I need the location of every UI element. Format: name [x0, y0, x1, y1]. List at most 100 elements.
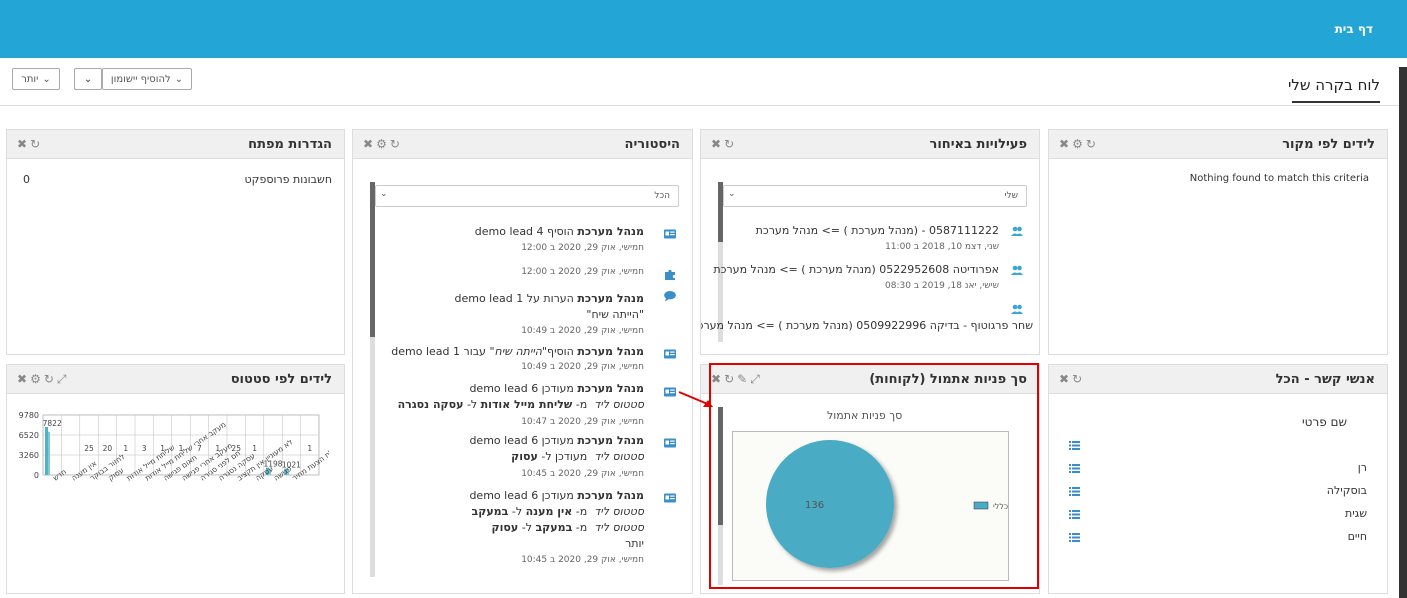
refresh-icon[interactable]: ↻ — [390, 137, 403, 151]
dashlet-history: היסטוריה ✖⚙↻ הכל ⌄ מנהל מערכת הוסיף demo… — [352, 129, 693, 594]
chevron-down-icon: ⌄ — [83, 73, 93, 85]
dashlet-title: לידים לפי מקור — [1282, 137, 1375, 152]
settings-icon[interactable]: ⚙ — [1072, 137, 1086, 151]
dashlet-title: היסטוריה — [624, 137, 680, 152]
dashlet-leads-by-source: לידים לפי מקור ✖⚙↻ Nothing found to matc… — [1048, 129, 1388, 355]
dashlet-header: לידים לפי סטטוס ✖⚙↻⤢ — [7, 365, 344, 394]
more-link[interactable]: יותר — [625, 537, 644, 550]
bar-chart: 9780652032600782225 20 1 3 1 1 7 1 25 11198 10211ח… — [19, 411, 329, 483]
empty-message: Nothing found to match this criteria — [1189, 173, 1369, 184]
status-label: סטטוס ליד — [594, 521, 644, 534]
user-link[interactable]: מנהל מערכת — [577, 489, 644, 502]
refresh-icon[interactable]: ↻ — [44, 372, 57, 386]
close-icon[interactable]: ✖ — [711, 137, 724, 151]
setting-label[interactable]: חשבונות פרוספקט — [245, 173, 332, 186]
list-view-icon[interactable] — [1069, 532, 1080, 542]
lead-card-icon — [664, 387, 676, 397]
chevron-down-icon: ⌄ — [42, 73, 51, 85]
contact-first-name[interactable]: חיים — [1348, 530, 1367, 543]
list-view-icon[interactable] — [1069, 486, 1080, 496]
owner-filter-select[interactable]: שלי ⌄ — [723, 185, 1027, 207]
more-dropdown-button[interactable]: ⌄ יותר — [12, 68, 60, 90]
chevron-down-icon: ⌄ — [174, 73, 184, 85]
puzzle-icon — [665, 269, 675, 280]
close-icon[interactable]: ✖ — [363, 137, 376, 151]
dashlet-header: הגדרות מפתח ✖↻ — [7, 130, 344, 159]
close-icon[interactable]: ✖ — [1059, 137, 1072, 151]
add-dashlet-toggle[interactable]: ⌄ — [74, 68, 102, 90]
annotation-arrow — [678, 391, 713, 407]
list-view-icon[interactable] — [1069, 463, 1080, 473]
activity-date: שני, דצמ 10, 2018 ב 11:00 — [885, 242, 999, 252]
add-dashlet-label: להוסיף יישומון — [110, 73, 171, 85]
y-tick-label: 6520 — [19, 431, 39, 440]
column-header-first-name[interactable]: שם פרטי — [1302, 415, 1347, 429]
entry-date: חמישי, אוק 29, 2020 ב 10:47 — [521, 417, 644, 427]
setting-value: 0 — [23, 173, 30, 186]
contact-first-name[interactable]: שגית — [1345, 507, 1367, 520]
to-word: ל- — [466, 398, 478, 411]
lead-card-icon — [664, 349, 676, 359]
contact-first-name[interactable]: בוסקילה — [1327, 484, 1367, 497]
data-label: 1 — [252, 444, 257, 453]
refresh-icon[interactable]: ↻ — [1086, 137, 1099, 151]
close-icon[interactable]: ✖ — [17, 372, 30, 386]
status-change: סטטוס ליד מ- אין מענה ל- במעקב — [472, 505, 644, 518]
expand-icon[interactable]: ⤢ — [57, 372, 70, 386]
active-tab-underline — [1292, 101, 1380, 103]
activity-title[interactable]: אפרודיטה 0522952608 (מנהל מערכת ) => מנה… — [713, 263, 999, 276]
history-filter-select[interactable]: הכל ⌄ — [375, 185, 679, 207]
user-link[interactable]: מנהל מערכת — [577, 434, 644, 447]
user-link[interactable]: מנהל מערכת — [577, 292, 644, 305]
status-change: סטטוס ליד מ- במעקב ל- עסוק — [492, 521, 644, 534]
list-view-icon[interactable] — [1069, 509, 1080, 519]
history-entry: מנהל מערכת הוסיף"הייתה שיח" עבור demo le… — [391, 345, 644, 358]
user-link[interactable]: מנהל מערכת — [577, 382, 644, 395]
refresh-icon[interactable]: ↻ — [1072, 372, 1085, 386]
y-tick-label: 3260 — [19, 451, 39, 460]
user-link[interactable]: מנהל מערכת — [577, 225, 644, 238]
data-label: 25 — [84, 444, 94, 453]
close-icon[interactable]: ✖ — [17, 137, 30, 151]
dashlet-controls: ✖↻ — [1059, 372, 1085, 386]
close-icon[interactable]: ✖ — [1059, 372, 1072, 386]
bar — [45, 427, 48, 475]
to-word: ל- — [521, 521, 532, 534]
list-view-icon[interactable] — [1069, 440, 1080, 450]
add-dashlet-button[interactable]: ⌄ להוסיף יישומון — [102, 68, 192, 90]
refresh-icon[interactable]: ↻ — [724, 137, 737, 151]
home-link[interactable]: דף בית — [1335, 22, 1373, 36]
dashlet-controls: ✖⚙↻ — [363, 137, 403, 151]
dashlet-header: היסטוריה ✖⚙↻ — [353, 130, 692, 159]
dashboard-tab-title[interactable]: לוח בקרה שלי — [1288, 76, 1380, 94]
activity-title[interactable]: שחר פרגוטוף - בדיקה 0509922996 (מנהל מער… — [701, 319, 1033, 332]
dashlet-header: לידים לפי מקור ✖⚙↻ — [1049, 130, 1387, 159]
activity-title[interactable]: 0587111222 - (מנהל מערכת ) => מנהל מערכת — [756, 224, 999, 237]
top-nav-bar: דף בית — [0, 0, 1407, 58]
contact-first-name[interactable]: רן — [1358, 461, 1367, 474]
dashlet-controls: ✖↻ — [711, 137, 737, 151]
entry-text: הוסיף — [547, 345, 574, 358]
more-label: יותר — [21, 73, 39, 85]
entry-date: חמישי, אוק 29, 2020 ב 12:00 — [521, 267, 644, 277]
user-link[interactable]: מנהל מערכת — [577, 345, 644, 358]
page-scrollbar[interactable] — [1399, 67, 1407, 598]
status-change: סטטוס ליד מעודכן ל- עסוק — [511, 450, 644, 463]
history-entry: מנהל מערכת מעודכן demo lead 6 — [469, 382, 644, 395]
dashlet-header: פעילויות באיחור ✖↻ — [701, 130, 1039, 159]
entry-quote: "הייתה שיח" — [489, 345, 548, 358]
scroll-track[interactable] — [370, 337, 375, 577]
dashlet-contacts: אנשי קשר - הכל ✖↻ שם פרטי רן בוסקילה שגית ח… — [1048, 364, 1388, 594]
status-to: במעקב — [471, 505, 509, 518]
history-entry: מנהל מערכת מעודכן demo lead 6 — [469, 489, 644, 502]
data-label: 3 — [142, 444, 147, 453]
settings-icon[interactable]: ⚙ — [376, 137, 390, 151]
settings-icon[interactable]: ⚙ — [30, 372, 44, 386]
refresh-icon[interactable]: ↻ — [30, 137, 43, 151]
from-word: מ- — [575, 505, 588, 518]
lead-card-icon — [664, 438, 676, 448]
history-entry: מנהל מערכת מעודכן demo lead 6 — [469, 434, 644, 447]
status-from: שליחת מייל אודות — [480, 398, 573, 411]
users-icon — [1011, 265, 1023, 275]
status-from: אין מענה — [525, 505, 573, 518]
